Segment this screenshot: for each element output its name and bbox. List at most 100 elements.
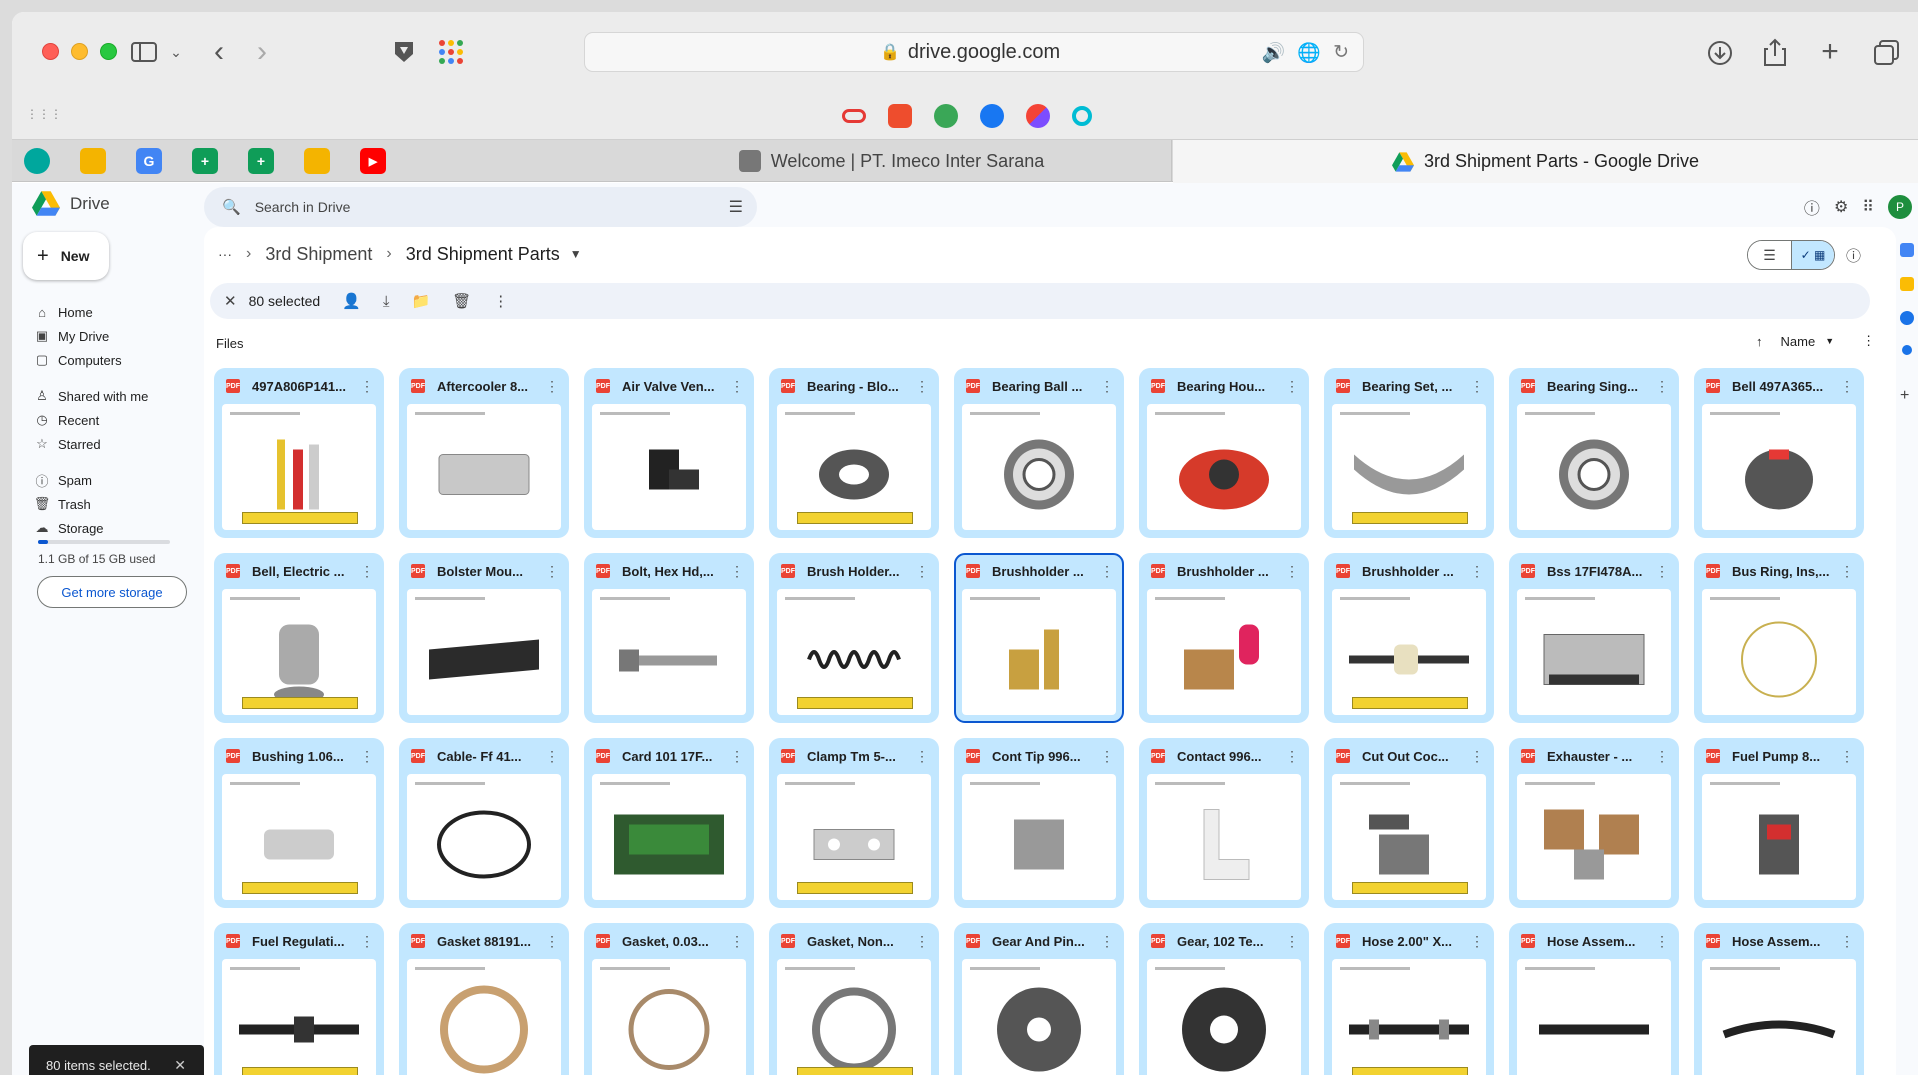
file-card[interactable]: PDF Gasket, 0.03... ⋮ [584, 923, 754, 1075]
file-card[interactable]: PDF Gasket, Non... ⋮ [769, 923, 939, 1075]
file-card[interactable]: PDF Card 101 17F... ⋮ [584, 738, 754, 908]
sidebar-item-starred[interactable]: ☆ Starred [32, 433, 100, 455]
extension-icon[interactable] [934, 104, 958, 128]
file-card[interactable]: PDF Gear, 102 Te... ⋮ [1139, 923, 1309, 1075]
file-card[interactable]: PDF Brush Holder... ⋮ [769, 553, 939, 723]
more-icon[interactable]: ⋮ [915, 563, 929, 580]
clear-selection-icon[interactable]: ✕ [224, 292, 237, 310]
avatar[interactable]: P [1888, 195, 1912, 219]
file-card[interactable]: PDF 497A806P141... ⋮ [214, 368, 384, 538]
file-card[interactable]: PDF Bell 497A365... ⋮ [1694, 368, 1864, 538]
download-icon[interactable]: ⤓ [383, 293, 390, 310]
more-icon[interactable]: ⋮ [730, 563, 744, 580]
more-icon[interactable]: ⋮ [915, 748, 929, 765]
move-icon[interactable]: 📁 [412, 292, 431, 310]
file-card[interactable]: PDF Brushholder ... ⋮ [1324, 553, 1494, 723]
file-card[interactable]: PDF Exhauster - ... ⋮ [1509, 738, 1679, 908]
more-icon[interactable]: ⋮ [1100, 563, 1114, 580]
more-icon[interactable]: ⋮ [360, 748, 374, 765]
sidebar-item-trash[interactable]: 🗑 Trash [32, 493, 91, 515]
contacts-icon[interactable] [1902, 345, 1912, 355]
share-people-icon[interactable]: 👤 [342, 292, 361, 310]
file-card[interactable]: PDF Bell, Electric ... ⋮ [214, 553, 384, 723]
more-icon[interactable]: ⋮ [1470, 748, 1484, 765]
sidebar-item-my-drive[interactable]: ▣ My Drive [32, 325, 109, 347]
more-icon[interactable]: ⋮ [730, 933, 744, 950]
grid-view-icon[interactable]: ✓ ▦ [1790, 241, 1834, 269]
more-actions-icon[interactable]: ⋮ [493, 292, 508, 310]
address-bar[interactable]: 🔒 drive.google.com 🔊 🌐 ↻ [584, 32, 1364, 72]
gear-icon[interactable]: ⚙ [1834, 197, 1848, 217]
sidebar-item-storage[interactable]: ☁ Storage [32, 517, 104, 539]
file-card[interactable]: PDF Gasket 88191... ⋮ [399, 923, 569, 1075]
extension-icon[interactable] [1072, 106, 1092, 126]
file-card[interactable]: PDF Bearing Ball ... ⋮ [954, 368, 1124, 538]
tab-drive[interactable]: 3rd Shipment Parts - Google Drive [1173, 140, 1918, 183]
bookmark-icon[interactable] [24, 148, 50, 174]
file-card[interactable]: PDF Bearing Sing... ⋮ [1509, 368, 1679, 538]
list-view-icon[interactable]: ☰ [1748, 241, 1791, 269]
more-icon[interactable]: ⋮ [1285, 563, 1299, 580]
more-icon[interactable]: ⋮ [1840, 378, 1854, 395]
file-card[interactable]: PDF Cont Tip 996... ⋮ [954, 738, 1124, 908]
add-addon-icon[interactable]: + [1900, 387, 1909, 405]
more-icon[interactable]: ⋮ [730, 748, 744, 765]
tab-welcome[interactable]: Welcome | PT. Imeco Inter Sarana [612, 140, 1172, 182]
sheets-icon[interactable]: + [248, 148, 274, 174]
more-icon[interactable]: ⋮ [545, 748, 559, 765]
close-window-button[interactable] [42, 43, 59, 60]
file-card[interactable]: PDF Contact 996... ⋮ [1139, 738, 1309, 908]
more-icon[interactable]: ⋮ [1862, 333, 1875, 349]
minimize-window-button[interactable] [71, 43, 88, 60]
downloads-icon[interactable] [1707, 40, 1733, 66]
more-icon[interactable]: ⋮ [1840, 933, 1854, 950]
search-input[interactable]: 🔍 Search in Drive ☰ [204, 187, 757, 227]
breadcrumb-current[interactable]: 3rd Shipment Parts [406, 244, 560, 265]
new-tab-icon[interactable]: + [1817, 37, 1843, 67]
file-card[interactable]: PDF Air Valve Ven... ⋮ [584, 368, 754, 538]
more-icon[interactable]: ⋮ [915, 933, 929, 950]
sidebar-toggle-icon[interactable] [130, 40, 158, 64]
forward-icon[interactable]: › [250, 37, 274, 67]
more-icon[interactable]: ⋮ [915, 378, 929, 395]
apps-icon[interactable]: ⠿ [1862, 197, 1874, 217]
tab-overview-icon[interactable] [1874, 40, 1900, 66]
sidebar-item-home[interactable]: ⌂ Home [32, 301, 93, 323]
slides-icon[interactable] [80, 148, 106, 174]
file-card[interactable]: PDF Brushholder ... ⋮ [954, 553, 1124, 723]
more-icon[interactable]: ⋮ [1655, 933, 1669, 950]
arrow-up-icon[interactable]: ↑ [1756, 334, 1763, 349]
file-card[interactable]: PDF Cable- Ff 41... ⋮ [399, 738, 569, 908]
caret-down-icon[interactable]: ▼ [570, 247, 582, 261]
more-icon[interactable]: ⋮ [1100, 933, 1114, 950]
more-icon[interactable]: ⋮ [1285, 933, 1299, 950]
slides-icon[interactable] [304, 148, 330, 174]
youtube-icon[interactable]: ▶ [360, 148, 386, 174]
file-card[interactable]: PDF Aftercooler 8... ⋮ [399, 368, 569, 538]
share-icon[interactable] [1762, 38, 1788, 66]
caret-down-icon[interactable]: ▼ [1825, 336, 1834, 346]
info-icon[interactable]: ⓘ [1846, 245, 1861, 266]
more-icon[interactable]: ⋮ [1655, 748, 1669, 765]
more-icon[interactable]: ⋮ [1840, 563, 1854, 580]
file-card[interactable]: PDF Hose 2.00" X... ⋮ [1324, 923, 1494, 1075]
speaker-icon[interactable]: 🔊 [1262, 41, 1286, 65]
file-card[interactable]: PDF Cut Out Coc... ⋮ [1324, 738, 1494, 908]
more-icon[interactable]: ⋮ [360, 378, 374, 395]
chevron-down-icon[interactable]: ⌄ [168, 42, 184, 62]
file-card[interactable]: PDF Hose Assem... ⋮ [1694, 923, 1864, 1075]
file-card[interactable]: PDF Bss 17FI478A... ⋮ [1509, 553, 1679, 723]
more-icon[interactable]: ⋮ [1100, 378, 1114, 395]
sheets-icon[interactable]: + [192, 148, 218, 174]
more-icon[interactable]: ⋮ [1655, 378, 1669, 395]
more-icon[interactable]: ⋮ [360, 933, 374, 950]
translate-icon[interactable]: 🌐 [1297, 41, 1321, 65]
drive-logo[interactable]: Drive [32, 191, 110, 216]
favorites-grid-icon[interactable]: ⋮⋮⋮ [26, 104, 62, 124]
file-card[interactable]: PDF Bearing Set, ... ⋮ [1324, 368, 1494, 538]
file-card[interactable]: PDF Fuel Regulati... ⋮ [214, 923, 384, 1075]
file-card[interactable]: PDF Brushholder ... ⋮ [1139, 553, 1309, 723]
file-card[interactable]: PDF Bushing 1.06... ⋮ [214, 738, 384, 908]
file-card[interactable]: PDF Bolster Mou... ⋮ [399, 553, 569, 723]
file-card[interactable]: PDF Gear And Pin... ⋮ [954, 923, 1124, 1075]
